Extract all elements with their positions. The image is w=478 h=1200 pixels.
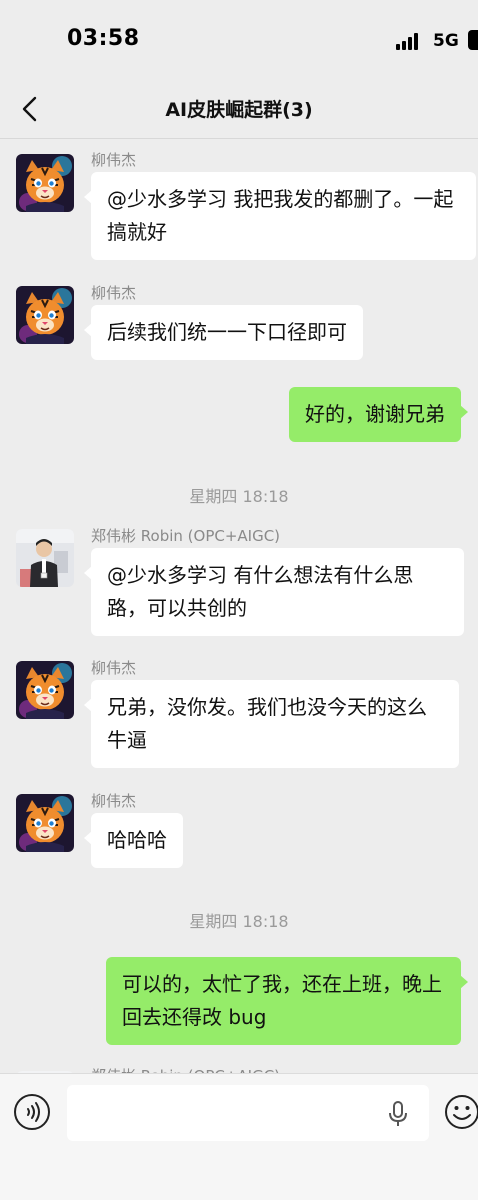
avatar[interactable] <box>16 154 74 212</box>
sender-name: 郑伟彬 Robin (OPC+AIGC) <box>91 527 281 545</box>
smiley-icon <box>445 1095 478 1129</box>
avatar[interactable] <box>16 286 74 344</box>
message-bubble[interactable]: 哈哈哈 <box>84 813 183 868</box>
emoji-button[interactable] <box>444 1094 478 1130</box>
message-bubble[interactable]: 后续我们统一一下口径即可 <box>84 305 363 360</box>
chat-screen: 03:58 5G AI皮肤崛起群(3) 柳伟杰 @少水多学习 我把我发的都删了。… <box>0 0 478 1200</box>
avatar[interactable] <box>16 529 74 587</box>
sender-name: 柳伟杰 <box>91 151 137 169</box>
message-bubble[interactable]: @少水多学习 我把我发的都删了。一起搞就好 <box>84 172 476 260</box>
sender-name: 柳伟杰 <box>91 792 137 810</box>
sender-name: 柳伟杰 <box>91 659 137 677</box>
message-bubble[interactable]: @少水多学习 有什么想法有什么思路，可以共创的 <box>84 548 464 636</box>
voice-icon <box>27 1102 40 1122</box>
message-list[interactable]: 柳伟杰 @少水多学习 我把我发的都删了。一起搞就好 柳伟杰 后续我们统一一下口径… <box>0 139 478 1074</box>
timestamp: 星期四 18:18 <box>189 487 289 506</box>
message-input[interactable] <box>67 1085 429 1141</box>
input-bar <box>0 1073 478 1200</box>
message-bubble[interactable]: 兄弟，没你发。我们也没今天的这么牛逼 <box>84 680 459 768</box>
message-bubble[interactable]: 好的，谢谢兄弟 <box>289 387 468 442</box>
message-bubble[interactable]: 可以的，太忙了我，还在上班，晚上回去还得改 bug <box>106 957 468 1045</box>
sender-name: 柳伟杰 <box>91 284 137 302</box>
voice-toggle-button[interactable] <box>14 1094 50 1130</box>
avatar[interactable] <box>16 794 74 852</box>
nav-bar: AI皮肤崛起群(3) <box>0 80 478 139</box>
avatar[interactable] <box>16 661 74 719</box>
timestamp: 星期四 18:18 <box>189 912 289 931</box>
status-time: 03:58 <box>67 26 140 51</box>
battery-icon <box>468 30 478 50</box>
chat-title: AI皮肤崛起群(3) <box>165 99 313 121</box>
network-type: 5G <box>433 31 459 51</box>
cellular-signal-icon <box>396 32 422 50</box>
microphone-icon[interactable] <box>386 1100 410 1128</box>
status-bar: 03:58 5G <box>0 0 478 80</box>
